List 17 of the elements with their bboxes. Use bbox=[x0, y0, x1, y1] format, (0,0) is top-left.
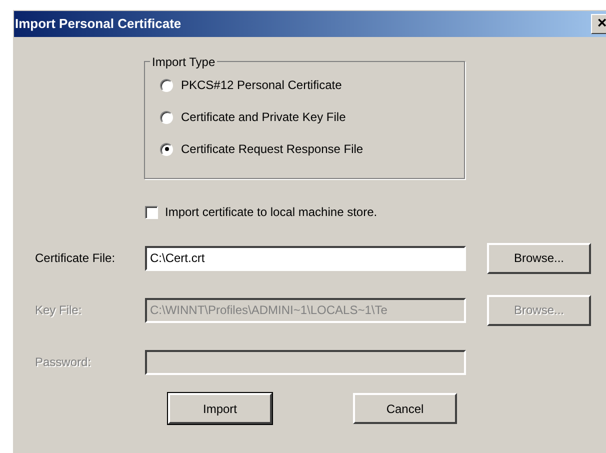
radio-icon[interactable] bbox=[160, 78, 173, 92]
local-store-checkbox[interactable]: Import certificate to local machine store. bbox=[145, 204, 606, 220]
text-field[interactable] bbox=[145, 350, 466, 374]
browse-button[interactable]: Browse... bbox=[487, 242, 591, 274]
radio-icon[interactable] bbox=[160, 110, 173, 124]
radio-option[interactable]: Certificate Request Response File bbox=[160, 141, 464, 157]
field-label: Key File: bbox=[34, 302, 83, 319]
text-field[interactable]: C:\Cert.crt bbox=[145, 246, 466, 270]
field-label: Password: bbox=[34, 354, 92, 371]
close-button[interactable]: × bbox=[591, 14, 606, 34]
field-label: Certificate File: bbox=[34, 250, 116, 267]
radio-option[interactable]: Certificate and Private Key File bbox=[160, 109, 464, 125]
radio-icon[interactable] bbox=[160, 142, 173, 156]
dialog-button[interactable]: Import bbox=[168, 393, 272, 424]
dialog-button[interactable]: Cancel bbox=[353, 393, 457, 424]
radio-option[interactable]: PKCS#12 Personal Certificate bbox=[160, 77, 464, 93]
window-title: Import Personal Certificate bbox=[15, 15, 182, 34]
